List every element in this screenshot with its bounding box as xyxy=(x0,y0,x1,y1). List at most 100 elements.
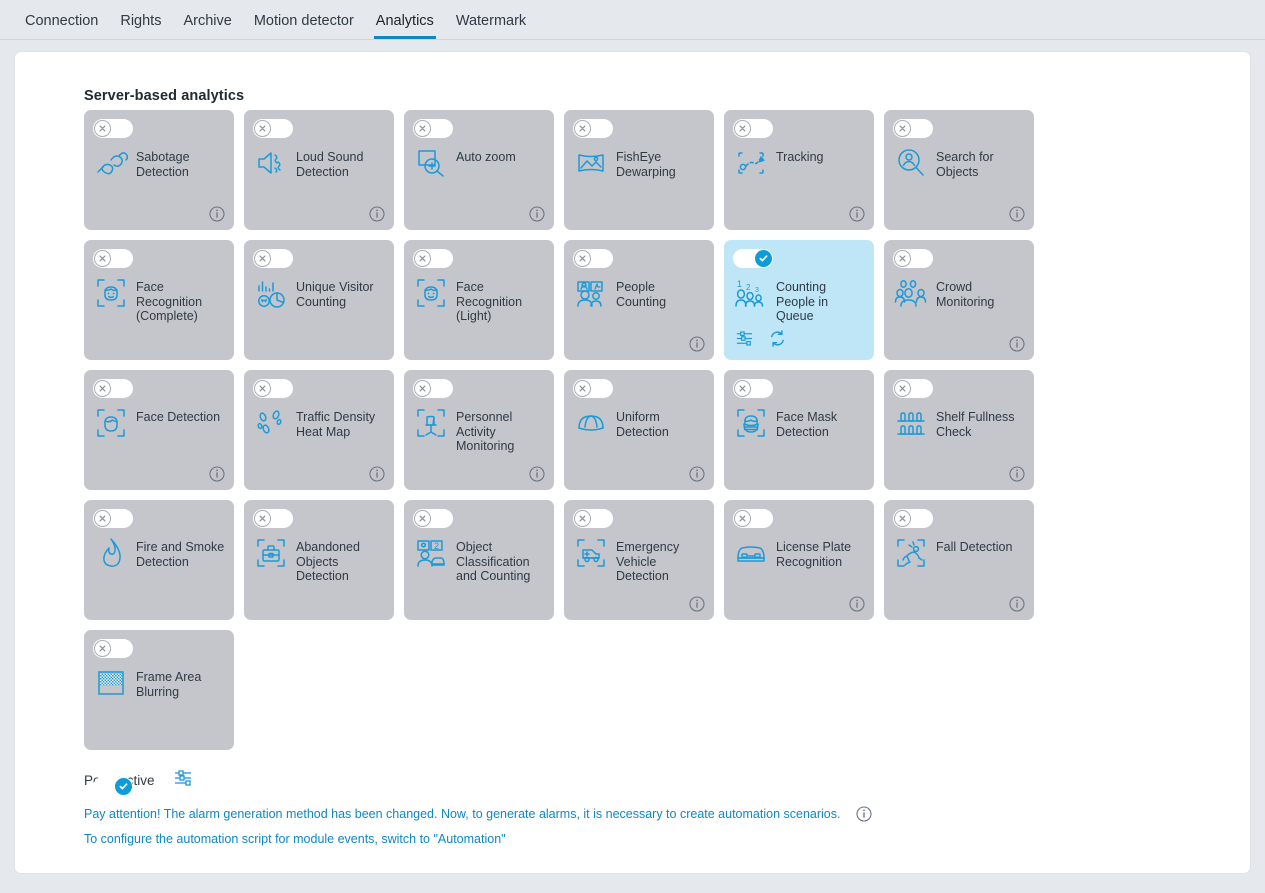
card-toggle[interactable] xyxy=(253,249,293,268)
analytics-card[interactable]: Sabotage Detection xyxy=(84,110,234,230)
card-toggle[interactable] xyxy=(733,509,773,528)
info-icon[interactable] xyxy=(209,466,225,482)
card-toggle[interactable] xyxy=(413,119,453,138)
card-toggle[interactable] xyxy=(573,509,613,528)
card-body: 2 Object Classification and Counting xyxy=(414,536,546,584)
analytics-card[interactable]: Abandoned Objects Detection xyxy=(244,500,394,620)
analytics-card[interactable]: Face Recognition (Light) xyxy=(404,240,554,360)
analytics-card[interactable]: Tracking xyxy=(724,110,874,230)
card-toggle[interactable] xyxy=(893,249,933,268)
toggle-knob xyxy=(94,510,111,527)
card-toggle[interactable] xyxy=(893,379,933,398)
analytics-card[interactable]: Traffic Density Heat Map xyxy=(244,370,394,490)
analytics-card[interactable]: People Counting xyxy=(564,240,714,360)
toggle-knob xyxy=(574,510,591,527)
card-toggle[interactable] xyxy=(573,249,613,268)
toggle-knob xyxy=(94,640,111,657)
analytics-card[interactable]: FishEye Dewarping xyxy=(564,110,714,230)
card-toggle[interactable] xyxy=(253,379,293,398)
card-toggle[interactable] xyxy=(93,509,133,528)
analytics-card[interactable]: Fire and Smoke Detection xyxy=(84,500,234,620)
card-toggle[interactable] xyxy=(253,509,293,528)
info-icon[interactable] xyxy=(856,806,873,822)
uniform-detection-icon xyxy=(574,406,608,440)
analytics-card[interactable]: License Plate Recognition xyxy=(724,500,874,620)
analytics-card[interactable]: Unique Visitor Counting xyxy=(244,240,394,360)
card-body: Search for Objects xyxy=(894,146,1026,180)
analytics-card[interactable]: Emergency Vehicle Detection xyxy=(564,500,714,620)
card-label: Personnel Activity Monitoring xyxy=(456,410,515,453)
info-icon[interactable] xyxy=(1009,336,1025,352)
analytics-card[interactable]: Search for Objects xyxy=(884,110,1034,230)
card-label: Face Mask Detection xyxy=(776,410,838,439)
card-body: Personnel Activity Monitoring xyxy=(414,406,546,454)
analytics-card[interactable]: Auto zoom xyxy=(404,110,554,230)
card-toggle[interactable] xyxy=(733,119,773,138)
toggle-knob xyxy=(254,120,271,137)
info-icon[interactable] xyxy=(209,206,225,222)
info-icon[interactable] xyxy=(369,206,385,222)
refresh-icon[interactable] xyxy=(768,329,787,353)
card-body: Auto zoom xyxy=(414,146,546,180)
analytics-card[interactable]: Crowd Monitoring xyxy=(884,240,1034,360)
card-toggle[interactable] xyxy=(93,379,133,398)
tab-analytics[interactable]: Analytics xyxy=(365,13,445,39)
card-toggle[interactable] xyxy=(93,639,133,658)
card-toggle[interactable] xyxy=(733,249,773,268)
analytics-card[interactable]: Uniform Detection xyxy=(564,370,714,490)
analytics-card[interactable]: 2 Object Classification and Counting xyxy=(404,500,554,620)
analytics-card[interactable]: Face Recognition (Complete) xyxy=(84,240,234,360)
card-label: Face Recognition (Complete) xyxy=(136,280,203,323)
tab-archive[interactable]: Archive xyxy=(172,13,242,39)
analytics-card[interactable]: Face Detection xyxy=(84,370,234,490)
card-toggle[interactable] xyxy=(93,249,133,268)
info-icon[interactable] xyxy=(689,466,705,482)
info-icon[interactable] xyxy=(849,206,865,222)
analytics-card[interactable]: Loud Sound Detection xyxy=(244,110,394,230)
card-body: Fire and Smoke Detection xyxy=(94,536,226,570)
info-icon[interactable] xyxy=(1009,596,1025,612)
info-icon[interactable] xyxy=(529,206,545,222)
card-toggle[interactable] xyxy=(893,509,933,528)
info-icon[interactable] xyxy=(1009,206,1025,222)
card-toggle[interactable] xyxy=(413,249,453,268)
toggle-knob xyxy=(894,120,911,137)
sabotage-icon xyxy=(94,146,128,180)
toggle-knob xyxy=(254,510,271,527)
perspective-toggle[interactable] xyxy=(93,777,133,796)
info-icon[interactable] xyxy=(849,596,865,612)
tab-rights[interactable]: Rights xyxy=(109,13,172,39)
info-icon[interactable] xyxy=(689,336,705,352)
info-icon[interactable] xyxy=(529,466,545,482)
info-icon[interactable] xyxy=(1009,466,1025,482)
analytics-card[interactable]: Frame Area Blurring xyxy=(84,630,234,750)
settings-sliders-icon[interactable] xyxy=(173,768,193,793)
face-recognition-icon xyxy=(94,276,128,310)
tab-watermark[interactable]: Watermark xyxy=(445,13,537,39)
analytics-card[interactable]: Fall Detection xyxy=(884,500,1034,620)
card-toggle[interactable] xyxy=(573,379,613,398)
card-toggle[interactable] xyxy=(893,119,933,138)
card-toggle[interactable] xyxy=(413,379,453,398)
analytics-card[interactable]: Personnel Activity Monitoring xyxy=(404,370,554,490)
settings-icon[interactable] xyxy=(735,329,754,353)
card-toggle[interactable] xyxy=(93,119,133,138)
toggle-knob xyxy=(734,380,751,397)
card-label: FishEye Dewarping xyxy=(616,150,676,179)
card-toggle[interactable] xyxy=(733,379,773,398)
analytics-card[interactable]: 1 2 3 Counting People in Queue xyxy=(724,240,874,360)
notice-text-1: Pay attention! The alarm generation meth… xyxy=(84,807,841,821)
tab-motion-detector[interactable]: Motion detector xyxy=(243,13,365,39)
toggle-knob xyxy=(414,120,431,137)
card-body: Fall Detection xyxy=(894,536,1026,570)
card-toggle[interactable] xyxy=(253,119,293,138)
info-icon[interactable] xyxy=(369,466,385,482)
card-toggle[interactable] xyxy=(573,119,613,138)
tab-connection[interactable]: Connection xyxy=(14,13,109,39)
card-toggle[interactable] xyxy=(413,509,453,528)
card-label: Face Recognition (Light) xyxy=(456,280,523,323)
analytics-card[interactable]: Shelf Fullness Check xyxy=(884,370,1034,490)
info-icon[interactable] xyxy=(689,596,705,612)
analytics-card[interactable]: Face Mask Detection xyxy=(724,370,874,490)
card-body: Unique Visitor Counting xyxy=(254,276,386,310)
